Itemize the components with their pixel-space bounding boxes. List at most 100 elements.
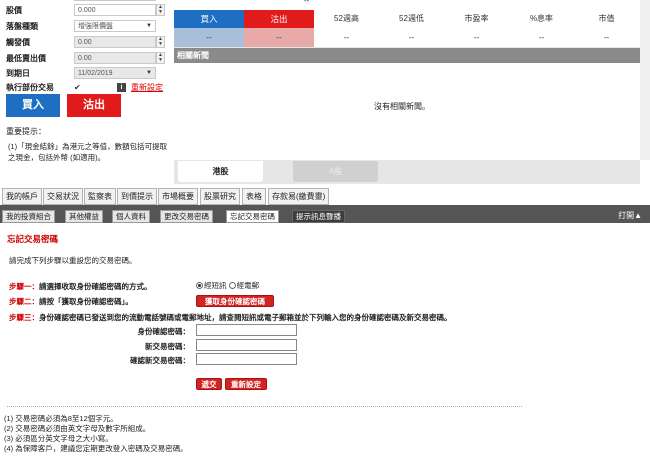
- news-body: 沒有相關新聞。: [174, 63, 640, 160]
- bid-value: --: [174, 28, 244, 47]
- bid-header: 買入: [174, 10, 244, 28]
- nav-market-overview[interactable]: 市場概要: [158, 188, 198, 205]
- tab-change-password[interactable]: 更改交易密碼: [160, 210, 213, 223]
- radio-email-label: 經電郵: [236, 281, 260, 290]
- step-text: 請按「獲取身份確認密碼」。: [39, 297, 133, 306]
- stat-value: --: [444, 28, 509, 47]
- nav-deposit[interactable]: 存款易(繳費靈): [268, 188, 330, 205]
- notice-title: 重要提示：: [6, 127, 46, 136]
- confirm-password-label: 確認新交易密碼：: [130, 356, 190, 365]
- stat-header: 市盈率: [444, 10, 509, 28]
- radio-email[interactable]: [228, 282, 236, 289]
- stat-value: --: [574, 28, 639, 47]
- step-three: 步驟三：身份確認密碼已發送到您的流動電話號碼或電郵地址，請查閱短訊或電子郵箱並於…: [9, 312, 452, 323]
- tab-alert-settings[interactable]: 提示訊息聲播: [292, 210, 345, 223]
- quote-top-row: --: [174, 0, 640, 10]
- stat-value: --: [314, 28, 379, 47]
- divider: [7, 406, 522, 407]
- quote-top-value: --: [304, 0, 310, 5]
- stat-header: 52週高: [314, 10, 379, 28]
- field-label: 股價: [6, 6, 22, 15]
- field-expiry-date: 到期日 11/02/2019 ▼: [0, 67, 165, 79]
- field-label: 落盤種類: [6, 22, 38, 31]
- step-text: 請選擇收取身份確認密碼的方式。: [39, 282, 152, 291]
- news-header: 相關新聞: [174, 48, 640, 63]
- new-password-input[interactable]: [196, 339, 297, 351]
- tab-hk-stocks[interactable]: 港股: [178, 161, 263, 182]
- min-sell-price-input[interactable]: 0.00: [74, 52, 156, 64]
- price-input[interactable]: 0.000: [74, 4, 156, 16]
- order-type-select[interactable]: 增強限價盤 ▼: [74, 20, 156, 32]
- reset-button[interactable]: 重新設定: [225, 378, 267, 390]
- field-trigger-price: 觸發價 0.00 ▲ ▼: [0, 36, 165, 48]
- password-rules: (1) 交易密碼必須為8至12個字元。 (2) 交易密碼必須由英文字母及數字所組…: [4, 414, 188, 454]
- sell-button[interactable]: 沽出: [67, 94, 121, 117]
- step-text: 身份確認密碼已發送到您的流動電話號碼或電郵地址，請查閱短訊或電子郵箱並於下列輸入…: [39, 313, 452, 322]
- field-label: 最低賣出價: [6, 54, 46, 63]
- nav-forms[interactable]: 表格: [242, 188, 266, 205]
- market-tabs: 港股 A股: [174, 160, 640, 184]
- expiry-date-select[interactable]: 11/02/2019 ▼: [74, 67, 156, 79]
- step-label: 步驟一：: [9, 282, 39, 291]
- field-order-type: 落盤種類 增強限價盤 ▼: [0, 20, 165, 32]
- scrollbar[interactable]: [640, 0, 650, 160]
- rule-item: (3) 必須區分英文字母之大小寫。: [4, 434, 113, 443]
- radio-sms[interactable]: [196, 282, 203, 289]
- field-label: 執行部份交易: [6, 83, 54, 92]
- trigger-price-input[interactable]: 0.00: [74, 36, 156, 48]
- step-two: 步驟二：請按「獲取身份確認密碼」。: [9, 296, 133, 307]
- get-code-button[interactable]: 獲取身份確認密碼: [196, 295, 274, 307]
- stat-value: --: [379, 28, 444, 47]
- ask-value: --: [244, 28, 314, 47]
- secondary-nav: 我的投資組合 其他權益 個人資料 更改交易密碼 忘記交易密碼 提示訊息聲播 打開…: [0, 209, 650, 223]
- step-label: 步驟三：: [9, 313, 39, 322]
- tab-a-shares[interactable]: A股: [293, 161, 378, 182]
- expiry-date-value: 11/02/2019: [78, 70, 113, 77]
- tab-forgot-password[interactable]: 忘記交易密碼: [226, 210, 279, 223]
- ask-header: 沽出: [244, 10, 314, 28]
- step-label: 步驟二：: [9, 297, 39, 306]
- partial-trade-checkbox[interactable]: ✔: [74, 83, 81, 92]
- stat-header: 52週低: [379, 10, 444, 28]
- price-stepper[interactable]: ▲ ▼: [156, 4, 165, 16]
- submit-button[interactable]: 遞交: [196, 378, 222, 390]
- forgot-password-panel: 忘記交易密碼 請完成下列步驟以重設您的交易密碼。 步驟一：請選擇收取身份確認密碼…: [0, 223, 650, 462]
- nav-stock-research[interactable]: 股票研究: [200, 188, 240, 205]
- rule-item: (1) 交易密碼必須為8至12個字元。: [4, 414, 118, 423]
- stat-header: %息率: [509, 10, 574, 28]
- nav-watchlist[interactable]: 監察表: [84, 188, 116, 205]
- tab-personal-info[interactable]: 個人資料: [112, 210, 150, 223]
- nav-my-account[interactable]: 我的帳戶: [2, 188, 42, 205]
- stat-header: 市值: [574, 10, 639, 28]
- notice-text: (1)「現金結餘」為港元之等值，數額包括可提取之現金，包括外幣 (如適用)。: [8, 142, 168, 162]
- intro-text: 請完成下列步驟以重設您的交易密碼。: [9, 256, 137, 265]
- print-button[interactable]: 打開▲: [618, 209, 642, 223]
- buy-button[interactable]: 買入: [6, 94, 60, 117]
- rule-item: (4) 為保障客戶，建議您定期更改登入密碼及交易密碼。: [4, 444, 188, 453]
- order-form: 股價 0.000 ▲ ▼ 落盤種類 增強限價盤 ▼ 觸發價 0.00 ▲ ▼ 最低賣…: [0, 0, 172, 162]
- chevron-down-icon: ▼: [146, 70, 152, 76]
- field-price: 股價 0.000 ▲ ▼: [0, 4, 165, 16]
- nav-trade-status[interactable]: 交易狀況: [43, 188, 83, 205]
- page-title: 忘記交易密碼: [7, 234, 59, 244]
- new-password-label: 新交易密碼：: [145, 342, 190, 351]
- confirm-password-input[interactable]: [196, 353, 297, 365]
- tab-other-rights[interactable]: 其他權益: [65, 210, 103, 223]
- info-icon[interactable]: i: [117, 83, 126, 92]
- field-min-sell-price: 最低賣出價 0.00 ▲ ▼: [0, 52, 165, 64]
- reset-link[interactable]: 重新設定: [131, 82, 163, 93]
- quote-panel: -- 買入 沽出 -- -- 52週高 52週低 市盈率 %息率 市值 -- -…: [174, 0, 640, 160]
- nav-price-alert[interactable]: 到價提示: [117, 188, 157, 205]
- stat-value: --: [509, 28, 574, 47]
- field-label: 觸發價: [6, 38, 30, 47]
- verification-code-input[interactable]: [196, 324, 297, 336]
- main-nav: 我的帳戶 交易狀況 監察表 到價提示 市場概要 股票研究 表格 存款易(繳費靈): [0, 188, 650, 205]
- min-sell-price-stepper[interactable]: ▲ ▼: [156, 52, 165, 64]
- code-field-label: 身份確認密碼：: [137, 327, 191, 336]
- delivery-method-radios: 經短訊 經電郵: [196, 280, 259, 291]
- chevron-down-icon: ▼: [146, 23, 152, 29]
- previous-field-edge: [74, 0, 156, 1]
- tab-portfolio[interactable]: 我的投資組合: [2, 210, 55, 223]
- step-one: 步驟一：請選擇收取身份確認密碼的方式。: [9, 281, 152, 292]
- trigger-price-stepper[interactable]: ▲ ▼: [156, 36, 165, 48]
